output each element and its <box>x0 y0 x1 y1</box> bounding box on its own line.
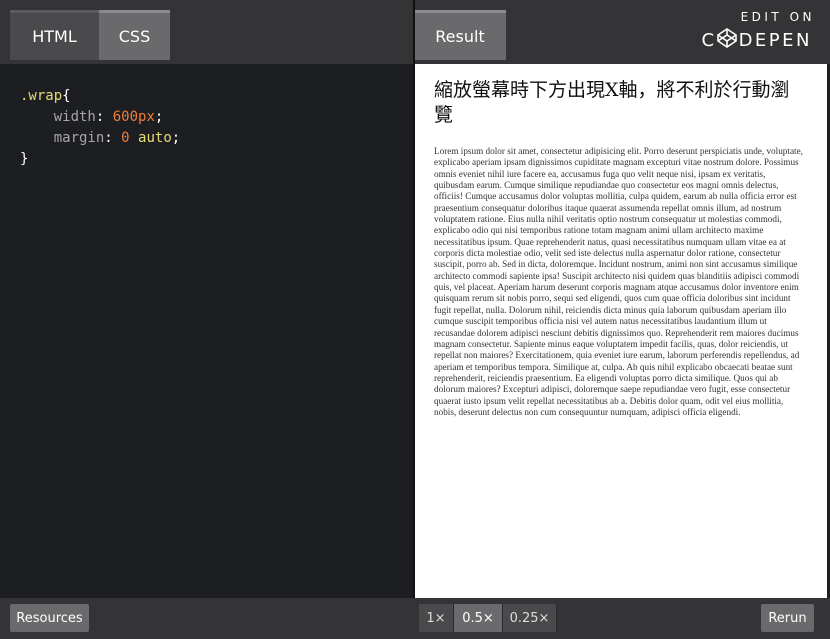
open-brace: { <box>62 88 71 104</box>
result-heading: 縮放螢幕時下方出現X軸，將不利於行動瀏覽 <box>434 79 790 126</box>
tab-html[interactable]: HTML <box>10 10 99 60</box>
tab-result[interactable]: Result <box>414 10 506 60</box>
tab-css[interactable]: CSS <box>99 10 170 60</box>
code-line: width: 600px; <box>53 109 164 125</box>
css-value-number: 0 <box>121 130 130 146</box>
brand-edit-label: EDIT ON <box>740 10 815 24</box>
css-editor[interactable]: .wrap{ width: 600px; margin: 0 auto; } <box>0 64 414 598</box>
edit-on-codepen-link[interactable]: EDIT ON C DEPEN <box>701 10 812 51</box>
css-value: 600px <box>112 109 155 125</box>
code-line: .wrap{ <box>20 86 394 107</box>
zoom-1x-button[interactable]: 1× <box>419 604 454 632</box>
top-bar: HTML CSS Result EDIT ON C DEPEN <box>0 0 830 64</box>
rerun-button[interactable]: Rerun <box>761 604 814 632</box>
resources-button[interactable]: Resources <box>10 604 89 632</box>
css-property: margin <box>53 130 105 146</box>
codepen-logo: C DEPEN <box>701 28 812 51</box>
zoom-0.25x-button[interactable]: 0.25× <box>503 604 557 632</box>
code-line: margin: 0 auto; <box>53 130 181 146</box>
css-property: width <box>53 109 96 125</box>
brand-name-text: DEPEN <box>738 30 812 51</box>
close-brace: } <box>20 151 29 167</box>
codepen-cube-icon <box>716 28 737 48</box>
code-line: } <box>20 149 394 170</box>
zoom-group: 1× 0.5× 0.25× <box>419 604 557 632</box>
zoom-0.5x-button[interactable]: 0.5× <box>454 604 503 632</box>
css-selector: .wrap <box>20 88 63 104</box>
result-pane: 縮放螢幕時下方出現X軸，將不利於行動瀏覽 Lorem ipsum dolor s… <box>415 64 827 598</box>
bottom-bar: Resources 1× 0.5× 0.25× Rerun <box>0 598 830 639</box>
css-value-keyword: auto <box>138 130 172 146</box>
result-body-text: Lorem ipsum dolor sit amet, consectetur … <box>434 146 803 417</box>
